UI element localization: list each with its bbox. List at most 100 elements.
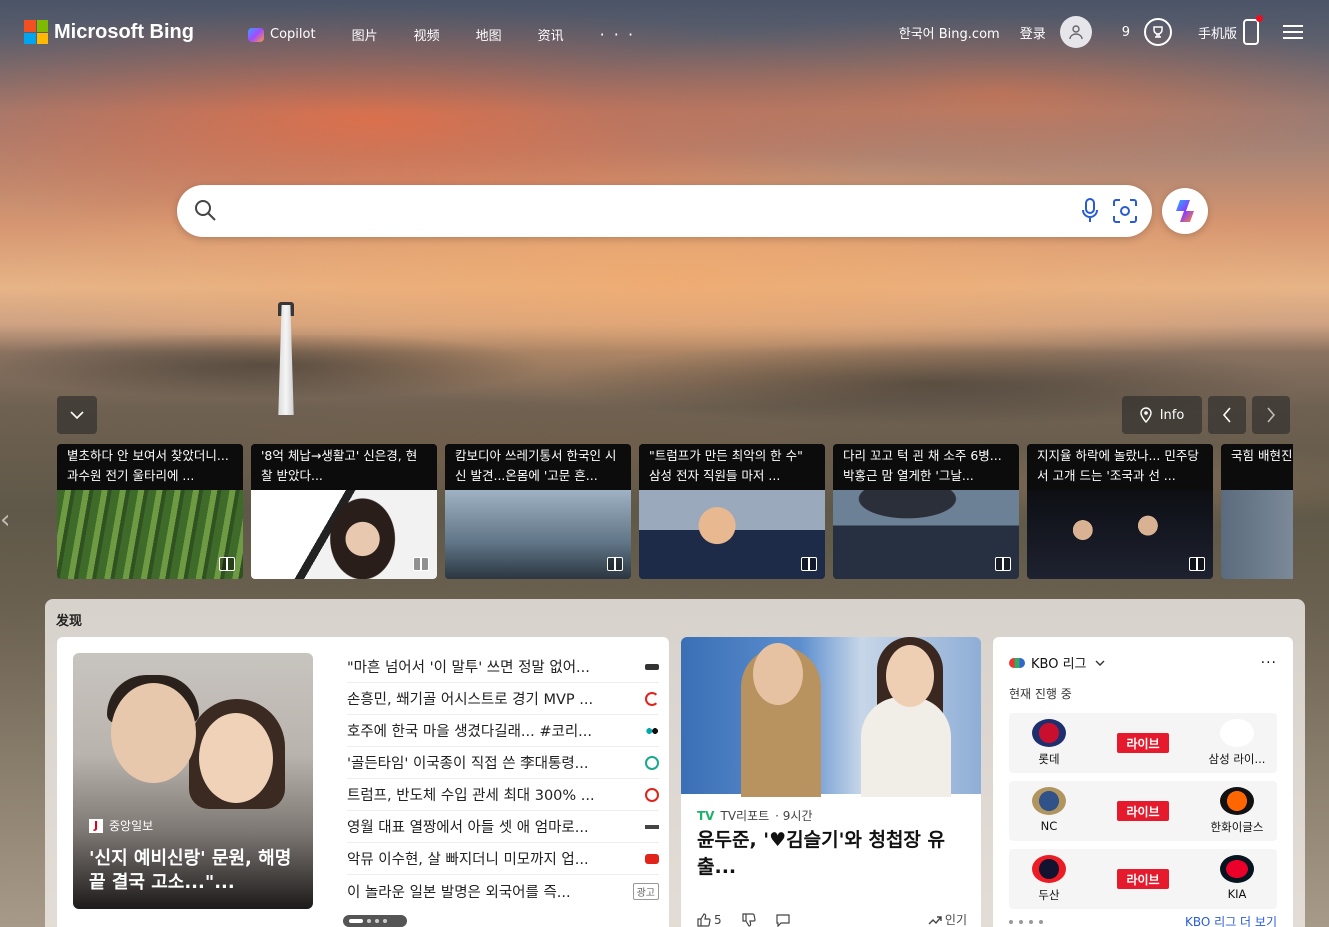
- headline-item[interactable]: 호주에 한국 마을 생겼다길래... #코리...: [347, 715, 659, 747]
- like-button[interactable]: 5: [697, 913, 722, 927]
- hero-image-part: [111, 683, 196, 783]
- gallery-icon: [801, 557, 817, 571]
- more-options-icon[interactable]: ···: [1261, 655, 1277, 671]
- rewards-trophy-icon[interactable]: [1143, 18, 1172, 46]
- search-box: [177, 185, 1152, 237]
- game-row[interactable]: NC 라이브 한화이글스: [1009, 781, 1277, 841]
- mobile-link[interactable]: 手机版: [1198, 23, 1237, 42]
- gallery-icon: [995, 557, 1011, 571]
- nav-maps-label: 地图: [475, 29, 502, 44]
- discover-panel: 发现 J 중앙일보 '신지 예비신랑' 문원, 해명 끝 결국 고소..."..…: [45, 599, 1305, 927]
- kbo-card: KBO 리그 ··· 현재 진행 중 롯데 라이브 삼성 라이... NC 라이…: [993, 637, 1293, 927]
- news-card[interactable]: '8억 체납→생활고' 신은경, 현찰 받았다...: [251, 444, 437, 579]
- news-card-image: [445, 490, 631, 579]
- headline-text: 호주에 한국 마을 생겼다길래... #코리...: [347, 724, 592, 740]
- headline-item[interactable]: 영월 대표 열짱에서 아들 셋 애 엄마로...: [347, 811, 659, 843]
- home-team: NC: [1009, 787, 1089, 833]
- copilot-logo-icon: [1176, 200, 1194, 222]
- publisher-icon: [645, 663, 659, 670]
- headline-text: 악뮤 이수현, 살 빠지더니 미모까지 업...: [347, 852, 589, 868]
- samsung-lions-logo-icon: [1220, 719, 1254, 747]
- headline-item[interactable]: 악뮤 이수현, 살 빠지더니 미모까지 업...: [347, 843, 659, 875]
- headline-item[interactable]: 트럼프, 반도체 수입 관세 최대 300% ...: [347, 779, 659, 811]
- news-card[interactable]: 국힘 배현진 개두술 받아: [1221, 444, 1293, 579]
- news-card-image: [639, 490, 825, 579]
- microsoft-logo-icon: [24, 20, 48, 44]
- headline-item-ad[interactable]: 이 놀라운 일본 발명은 외국어를 즉... 광고: [347, 875, 659, 907]
- phone-icon[interactable]: [1243, 15, 1263, 45]
- nav-videos-label: 视频: [413, 29, 440, 44]
- thumbs-down-icon: [742, 912, 756, 927]
- kbo-more-link[interactable]: KBO 리그 더 보기: [1185, 913, 1277, 927]
- comment-icon: [776, 913, 790, 927]
- game-row[interactable]: 롯데 라이브 삼성 라이...: [1009, 713, 1277, 773]
- carousel-prev-button[interactable]: [1208, 396, 1246, 434]
- chevron-left-icon: [1222, 407, 1231, 423]
- news-card[interactable]: 캄보디아 쓰레기통서 한국인 시신 발견...온몸에 '고문 흔...: [445, 444, 631, 579]
- carousel-next-button[interactable]: [1252, 396, 1290, 434]
- news-card-image: [1027, 490, 1213, 579]
- headline-item[interactable]: "마흔 넘어서 '이 말투' 쓰면 정말 없어...: [347, 651, 659, 683]
- news-card-title: 지지율 하락에 놀랐나... 민주당서 고개 드는 '조국과 선 ...: [1027, 444, 1213, 490]
- copilot-button[interactable]: [1162, 188, 1208, 234]
- nav-images-label: 图片: [351, 29, 378, 44]
- publisher-icon: [645, 723, 659, 738]
- avatar-icon[interactable]: [1059, 16, 1092, 48]
- hero-image-part: [199, 713, 273, 803]
- nav-more[interactable]: · · ·: [600, 25, 635, 44]
- header-right: 한국어 Bing.com 登录 9 手机版: [885, 15, 1303, 48]
- menu-icon[interactable]: [1283, 25, 1303, 39]
- chevron-down-icon[interactable]: [1095, 659, 1105, 667]
- trend-label: 인기: [944, 913, 967, 927]
- nav-maps[interactable]: 地图: [476, 25, 502, 44]
- nav-videos[interactable]: 视频: [414, 25, 440, 44]
- news-card-image: [57, 490, 243, 579]
- nav-news[interactable]: 资讯: [538, 25, 564, 44]
- away-team: 한화이글스: [1197, 787, 1277, 835]
- live-badge: 라이브: [1117, 869, 1169, 889]
- nav-images[interactable]: 图片: [352, 25, 378, 44]
- pager-dots[interactable]: [343, 915, 407, 927]
- headline-list: "마흔 넘어서 '이 말투' 쓰면 정말 없어... 손흥민, 쐐기골 어시스트…: [347, 651, 659, 907]
- top-stories-card: J 중앙일보 '신지 예비신랑' 문원, 해명 끝 결국 고소..."... "…: [57, 637, 669, 927]
- game-row[interactable]: 두산 라이브 KIA: [1009, 849, 1277, 909]
- news-card[interactable]: "트럼프가 만든 최악의 한 수" 삼성 전자 직원들 마저 ...: [639, 444, 825, 579]
- feature-time: · 9시간: [775, 809, 813, 823]
- region-link[interactable]: 한국어 Bing.com: [899, 23, 1000, 42]
- kbo-footer: KBO 리그 더 보기: [1009, 913, 1277, 927]
- news-card[interactable]: 다리 꼬고 턱 괸 채 소주 6병...박홍근 맘 열게한 '그날...: [833, 444, 1019, 579]
- publisher-icon: [645, 824, 659, 829]
- news-card-image: [251, 490, 437, 579]
- like-count: 5: [714, 912, 722, 927]
- more-dots-icon: · · ·: [599, 25, 636, 44]
- headline-item[interactable]: 손흥민, 쐐기골 어시스트로 경기 MVP ...: [347, 683, 659, 715]
- news-card-title: 캄보디아 쓰레기통서 한국인 시신 발견...온몸에 '고문 흔...: [445, 444, 631, 490]
- search-input[interactable]: [233, 193, 1063, 229]
- microphone-icon[interactable]: [1080, 198, 1100, 224]
- feature-story-card[interactable]: TV TV리포트 · 9시간 윤두준, '♥김슬기'와 청첩장 유출... 5 …: [681, 637, 981, 927]
- nav-copilot[interactable]: Copilot: [248, 27, 316, 42]
- hero-story[interactable]: J 중앙일보 '신지 예비신랑' 문원, 해명 끝 결국 고소..."...: [73, 653, 313, 909]
- news-card[interactable]: 지지율 하락에 놀랐나... 민주당서 고개 드는 '조국과 선 ...: [1027, 444, 1213, 579]
- news-card[interactable]: 볕초하다 안 보여서 찾았더니... 과수원 전기 울타리에 ...: [57, 444, 243, 579]
- feature-source-name: TV리포트: [720, 809, 770, 823]
- kbo-status: 현재 진행 중: [1009, 687, 1072, 701]
- info-button[interactable]: Info: [1122, 396, 1202, 434]
- kbo-title[interactable]: KBO 리그: [1031, 653, 1087, 672]
- top-nav: Copilot 图片 视频 地图 资讯 · · ·: [248, 25, 671, 44]
- gallery-icon: [1189, 557, 1205, 571]
- visual-search-icon[interactable]: [1112, 198, 1138, 224]
- feature-image-part: [753, 643, 803, 705]
- collapse-button[interactable]: [57, 396, 97, 434]
- login-link[interactable]: 登录: [1020, 23, 1046, 42]
- kbo-pager-dots[interactable]: [1009, 919, 1043, 924]
- news-card-title: 국힘 배현진 개두술 받아: [1221, 444, 1293, 490]
- chevron-right-icon: [1267, 407, 1276, 423]
- bing-logo[interactable]: Microsoft Bing: [24, 20, 194, 44]
- dislike-button[interactable]: [742, 912, 756, 927]
- headline-item[interactable]: '골든타임' 이국종이 직접 쓴 李대통령...: [347, 747, 659, 779]
- feature-source: TV TV리포트 · 9시간: [697, 807, 813, 824]
- news-card-title: 다리 꼬고 턱 괸 채 소주 6병...박홍근 맘 열게한 '그날...: [833, 444, 1019, 490]
- comment-button[interactable]: [776, 913, 790, 927]
- kbo-header: KBO 리그 ···: [1009, 653, 1277, 672]
